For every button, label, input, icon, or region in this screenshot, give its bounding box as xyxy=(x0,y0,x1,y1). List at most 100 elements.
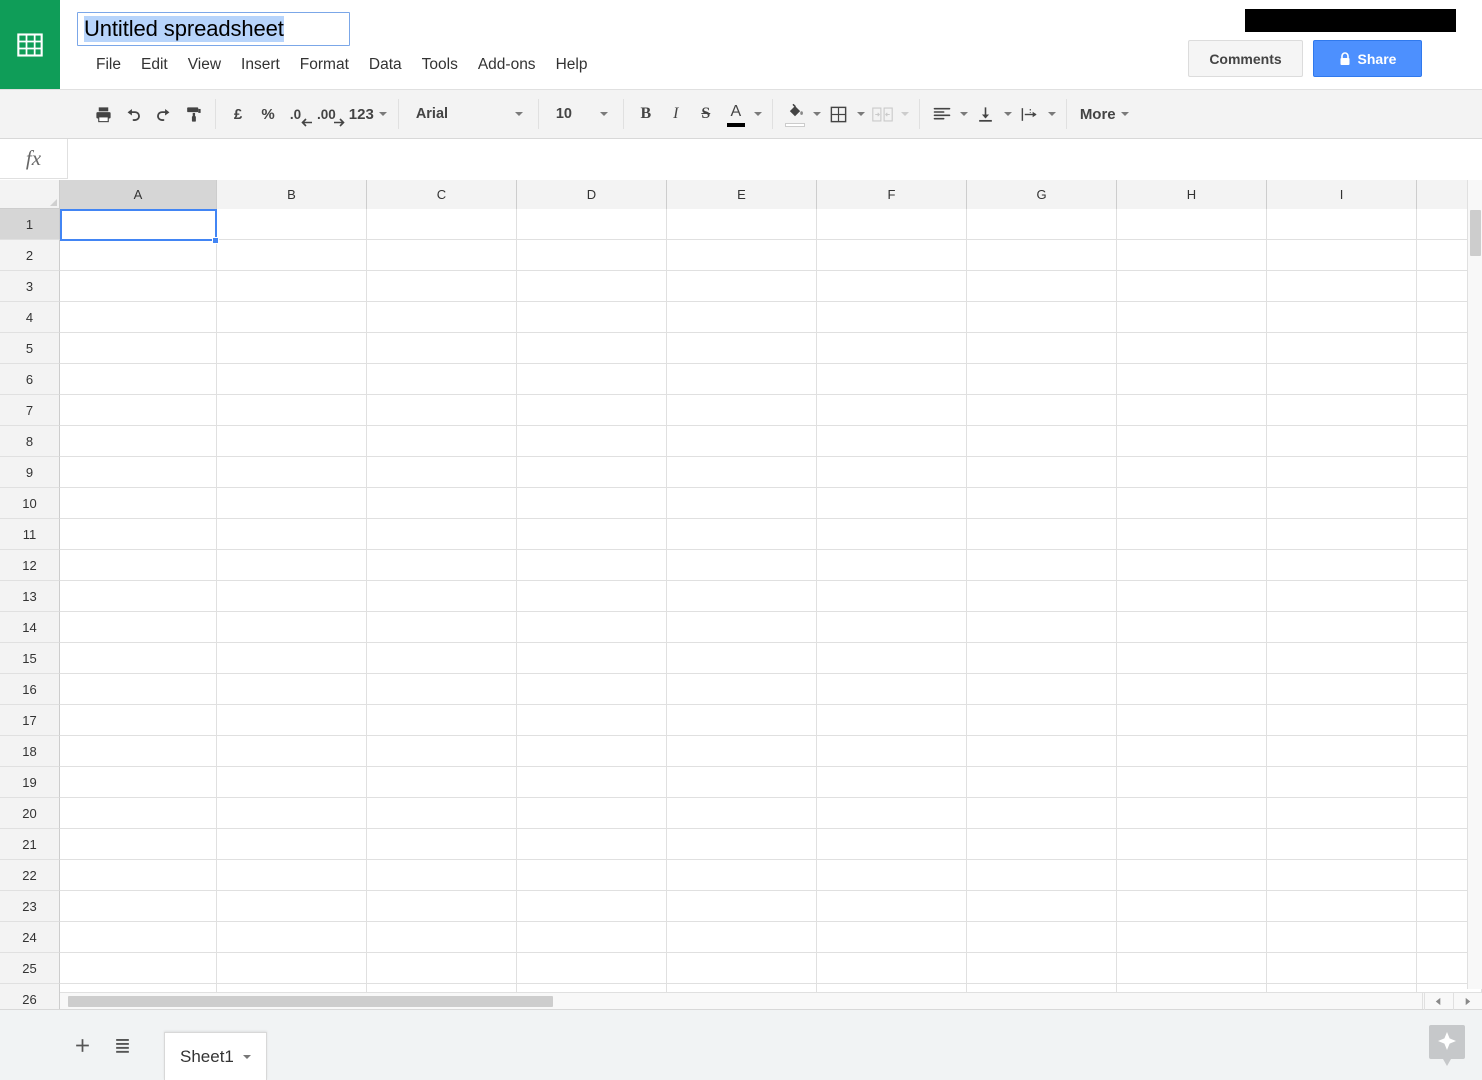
cell-C12[interactable] xyxy=(367,550,517,581)
add-sheet-button[interactable] xyxy=(62,1025,102,1065)
row-header-10[interactable]: 10 xyxy=(0,488,60,519)
cell-G16[interactable] xyxy=(967,674,1117,705)
cell-I10[interactable] xyxy=(1267,488,1417,519)
text-color-dropdown[interactable] xyxy=(751,99,765,129)
cell-C16[interactable] xyxy=(367,674,517,705)
cell-I17[interactable] xyxy=(1267,705,1417,736)
cell-D24[interactable] xyxy=(517,922,667,953)
cell-C8[interactable] xyxy=(367,426,517,457)
cell-F19[interactable] xyxy=(817,767,967,798)
cell-G11[interactable] xyxy=(967,519,1117,550)
more-options-button[interactable]: More xyxy=(1074,99,1135,129)
cell-G3[interactable] xyxy=(967,271,1117,302)
cell-I6[interactable] xyxy=(1267,364,1417,395)
cell-G5[interactable] xyxy=(967,333,1117,364)
cell-C1[interactable] xyxy=(367,209,517,240)
cell-B5[interactable] xyxy=(217,333,367,364)
row-header-15[interactable]: 15 xyxy=(0,643,60,674)
merge-cells-dropdown[interactable] xyxy=(898,99,912,129)
merge-cells-button[interactable] xyxy=(868,99,898,129)
cell-D2[interactable] xyxy=(517,240,667,271)
cell-D13[interactable] xyxy=(517,581,667,612)
fill-handle[interactable] xyxy=(212,237,219,244)
cell-G13[interactable] xyxy=(967,581,1117,612)
cell-B11[interactable] xyxy=(217,519,367,550)
cell-E10[interactable] xyxy=(667,488,817,519)
cell-A6[interactable] xyxy=(60,364,217,395)
cell-F16[interactable] xyxy=(817,674,967,705)
cell-A12[interactable] xyxy=(60,550,217,581)
cell-B6[interactable] xyxy=(217,364,367,395)
cell-F15[interactable] xyxy=(817,643,967,674)
cell-F10[interactable] xyxy=(817,488,967,519)
horizontal-scrollbar-thumb[interactable] xyxy=(68,996,553,1007)
cell-E5[interactable] xyxy=(667,333,817,364)
cell-D10[interactable] xyxy=(517,488,667,519)
cell-B21[interactable] xyxy=(217,829,367,860)
cell-D16[interactable] xyxy=(517,674,667,705)
cell-H22[interactable] xyxy=(1117,860,1267,891)
cell-B19[interactable] xyxy=(217,767,367,798)
cell-E14[interactable] xyxy=(667,612,817,643)
paint-format-button[interactable] xyxy=(178,99,208,129)
cell-C11[interactable] xyxy=(367,519,517,550)
borders-dropdown[interactable] xyxy=(854,99,868,129)
cell-E2[interactable] xyxy=(667,240,817,271)
cell-A5[interactable] xyxy=(60,333,217,364)
cell-H2[interactable] xyxy=(1117,240,1267,271)
cell-H16[interactable] xyxy=(1117,674,1267,705)
horizontal-align-button[interactable] xyxy=(927,99,957,129)
cell-C4[interactable] xyxy=(367,302,517,333)
cell-D8[interactable] xyxy=(517,426,667,457)
cell-E17[interactable] xyxy=(667,705,817,736)
cell-I3[interactable] xyxy=(1267,271,1417,302)
cell-F24[interactable] xyxy=(817,922,967,953)
cell-D4[interactable] xyxy=(517,302,667,333)
cell-H11[interactable] xyxy=(1117,519,1267,550)
chevron-down-icon[interactable] xyxy=(242,1054,251,1059)
column-header-f[interactable]: F xyxy=(817,180,967,209)
cell-D11[interactable] xyxy=(517,519,667,550)
cell-A19[interactable] xyxy=(60,767,217,798)
cell-C20[interactable] xyxy=(367,798,517,829)
cell-A15[interactable] xyxy=(60,643,217,674)
column-header-g[interactable]: G xyxy=(967,180,1117,209)
cell-A13[interactable] xyxy=(60,581,217,612)
cell-A2[interactable] xyxy=(60,240,217,271)
cell-D14[interactable] xyxy=(517,612,667,643)
cell-E19[interactable] xyxy=(667,767,817,798)
percent-format-button[interactable]: % xyxy=(253,99,283,129)
cell-H1[interactable] xyxy=(1117,209,1267,240)
cell-E18[interactable] xyxy=(667,736,817,767)
text-wrap-dropdown[interactable] xyxy=(1045,99,1059,129)
cell-F3[interactable] xyxy=(817,271,967,302)
row-header-5[interactable]: 5 xyxy=(0,333,60,364)
cell-B20[interactable] xyxy=(217,798,367,829)
cell-H13[interactable] xyxy=(1117,581,1267,612)
cell-A11[interactable] xyxy=(60,519,217,550)
cell-E15[interactable] xyxy=(667,643,817,674)
increase-decimal-button[interactable]: .00 xyxy=(313,99,345,129)
cell-D19[interactable] xyxy=(517,767,667,798)
cell-I5[interactable] xyxy=(1267,333,1417,364)
vertical-scrollbar-thumb[interactable] xyxy=(1470,210,1481,256)
column-header-d[interactable]: D xyxy=(517,180,667,209)
font-family-select[interactable]: Arial xyxy=(406,99,531,129)
row-header-14[interactable]: 14 xyxy=(0,612,60,643)
cell-A20[interactable] xyxy=(60,798,217,829)
cell-E3[interactable] xyxy=(667,271,817,302)
menu-view[interactable]: View xyxy=(178,54,231,76)
cell-F2[interactable] xyxy=(817,240,967,271)
cell-G6[interactable] xyxy=(967,364,1117,395)
cell-E22[interactable] xyxy=(667,860,817,891)
cell-H4[interactable] xyxy=(1117,302,1267,333)
cell-F13[interactable] xyxy=(817,581,967,612)
cell-C7[interactable] xyxy=(367,395,517,426)
cell-I22[interactable] xyxy=(1267,860,1417,891)
column-header-a[interactable]: A xyxy=(60,180,217,209)
undo-button[interactable] xyxy=(118,99,148,129)
cell-F7[interactable] xyxy=(817,395,967,426)
cell-H5[interactable] xyxy=(1117,333,1267,364)
cell-F6[interactable] xyxy=(817,364,967,395)
cell-A8[interactable] xyxy=(60,426,217,457)
